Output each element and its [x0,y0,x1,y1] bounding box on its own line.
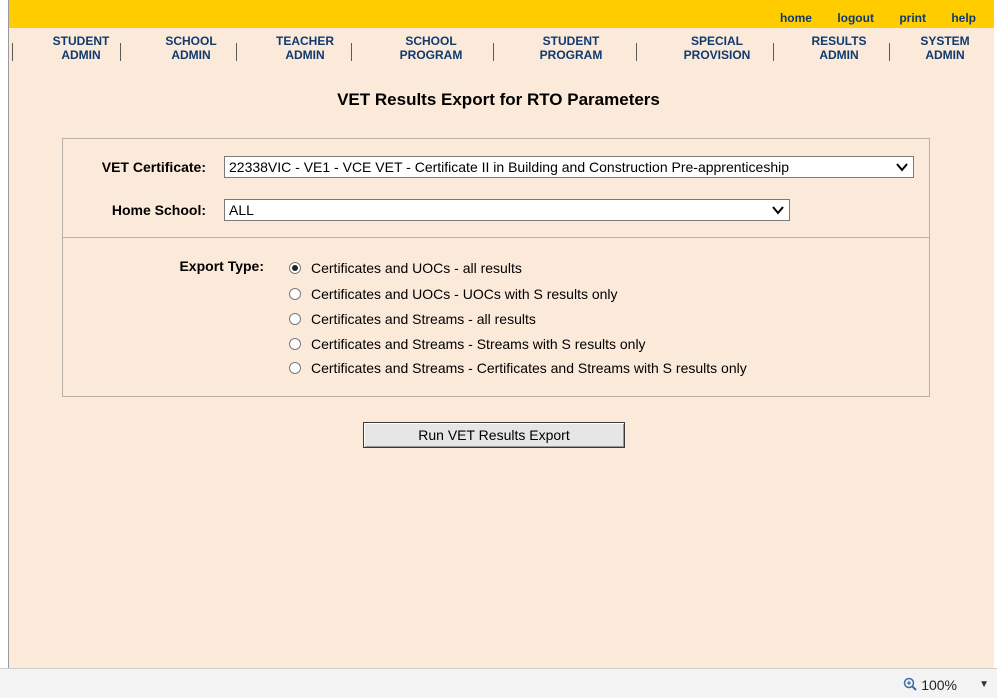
export-option-row[interactable]: Certificates and UOCs - all results [289,258,522,278]
nav-label-line2: ADMIN [819,48,859,62]
utility-links: home logout print help [758,11,976,25]
help-link[interactable]: help [951,11,976,25]
nav-student-admin[interactable]: STUDENT ADMIN [29,34,133,62]
chevron-down-icon [896,163,908,172]
export-option-label: Certificates and Streams - Certificates … [311,360,747,376]
vet-certificate-value: 22338VIC - VE1 - VCE VET - Certificate I… [229,159,790,175]
nav-school-program[interactable]: SCHOOL PROGRAM [379,34,483,62]
export-option-row[interactable]: Certificates and Streams - Certificates … [289,358,747,378]
radio-button[interactable] [289,262,301,275]
nav-separator [773,43,774,61]
nav-school-admin[interactable]: SCHOOL ADMIN [139,34,243,62]
nav-separator [236,43,237,61]
radio-button[interactable] [289,288,301,301]
nav-separator [889,43,890,61]
print-link[interactable]: print [899,11,926,25]
home-school-value: ALL [229,202,254,218]
radio-button[interactable] [289,313,301,326]
zoom-level[interactable]: 100% [921,677,957,693]
nav-label-line2: ADMIN [171,48,211,62]
export-type-label: Export Type: [179,258,264,274]
nav-label-line2: ADMIN [925,48,965,62]
nav-separator [493,43,494,61]
nav-teacher-admin[interactable]: TEACHER ADMIN [253,34,357,62]
chevron-down-icon [772,206,784,215]
header-bar: home logout print help [9,0,994,28]
radio-button[interactable] [289,362,301,375]
run-export-button[interactable]: Run VET Results Export [363,422,625,448]
export-option-label: Certificates and UOCs - UOCs with S resu… [311,286,618,302]
main-nav: STUDENT ADMIN SCHOOL ADMIN TEACHER ADMIN… [9,28,994,66]
nav-separator [12,43,13,61]
home-link[interactable]: home [780,11,812,25]
status-bar: 100% ▼ [0,668,997,698]
home-school-select[interactable]: ALL [224,199,790,221]
nav-label-line1: SYSTEM [920,34,970,48]
nav-separator [636,43,637,61]
export-option-label: Certificates and Streams - Streams with … [311,336,646,352]
nav-label-line1: SCHOOL [165,34,217,48]
nav-label-line2: PROVISION [683,48,751,62]
export-option-label: Certificates and UOCs - all results [311,260,522,276]
chevron-down-icon[interactable]: ▼ [979,679,989,690]
export-option-row[interactable]: Certificates and UOCs - UOCs with S resu… [289,284,618,304]
nav-label-line1: SCHOOL [405,34,457,48]
logout-link[interactable]: logout [837,11,874,25]
nav-results-admin[interactable]: RESULTS ADMIN [787,34,891,62]
nav-label-line1: SPECIAL [690,34,743,48]
nav-label-line1: STUDENT [542,34,600,48]
vet-certificate-select[interactable]: 22338VIC - VE1 - VCE VET - Certificate I… [224,156,914,178]
nav-label-line2: PROGRAM [539,48,603,62]
export-option-label: Certificates and Streams - all results [311,311,536,327]
home-school-label: Home School: [111,202,206,218]
nav-separator [351,43,352,61]
nav-system-admin[interactable]: SYSTEM ADMIN [898,34,992,62]
panel-divider [62,237,930,238]
nav-label-line1: RESULTS [811,34,867,48]
nav-label-line2: ADMIN [285,48,325,62]
nav-label-line1: TEACHER [275,34,334,48]
nav-separator [120,43,121,61]
nav-label-line1: STUDENT [52,34,110,48]
nav-student-program[interactable]: STUDENT PROGRAM [519,34,623,62]
export-option-row[interactable]: Certificates and Streams - Streams with … [289,334,646,354]
page-title: VET Results Export for RTO Parameters [337,90,660,109]
nav-label-line2: PROGRAM [399,48,463,62]
nav-label-line2: ADMIN [61,48,101,62]
radio-button[interactable] [289,338,301,351]
zoom-icon [903,677,917,691]
nav-special-provision[interactable]: SPECIAL PROVISION [660,34,774,62]
vet-certificate-label: VET Certificate: [101,159,206,175]
export-option-row[interactable]: Certificates and Streams - all results [289,309,536,329]
